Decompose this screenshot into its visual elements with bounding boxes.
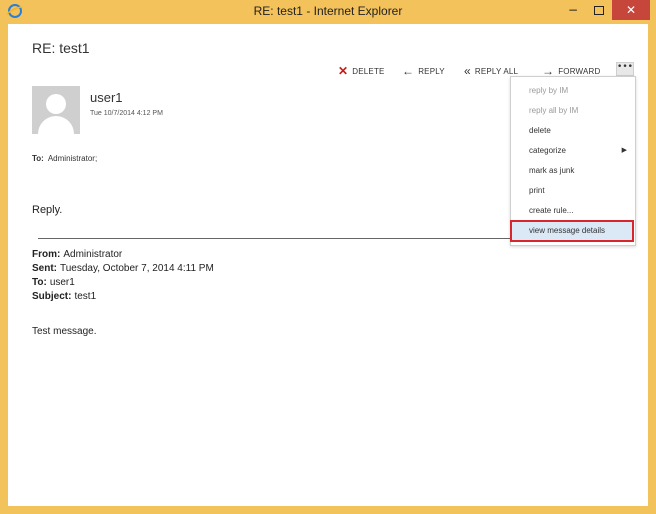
quoted-from-value: Administrator bbox=[63, 249, 123, 260]
quote-divider bbox=[38, 238, 518, 239]
delete-label: DELETE bbox=[352, 67, 385, 76]
title-bar: RE: test1 - Internet Explorer − ✕ bbox=[0, 0, 656, 24]
quoted-to-label: To: bbox=[32, 277, 47, 288]
to-recipient[interactable]: Administrator; bbox=[48, 154, 97, 163]
reply-icon: ← bbox=[402, 64, 415, 78]
sender-name[interactable]: user1 bbox=[90, 90, 123, 105]
minimize-button[interactable]: − bbox=[560, 0, 586, 20]
close-button[interactable]: ✕ bbox=[612, 0, 650, 20]
menu-item-reply-all-by-im[interactable]: reply all by IM bbox=[511, 101, 635, 121]
quoted-subject-value: test1 bbox=[74, 291, 97, 302]
quoted-from-label: From: bbox=[32, 249, 61, 260]
to-line: To: Administrator; bbox=[32, 154, 97, 163]
reply-all-icon: « bbox=[464, 64, 471, 78]
quoted-from: From: Administrator bbox=[32, 248, 214, 262]
quoted-sent-value: Tuesday, October 7, 2014 4:11 PM bbox=[60, 263, 214, 274]
person-head-icon bbox=[46, 94, 66, 114]
forward-label: FORWARD bbox=[558, 67, 601, 76]
quoted-sent: Sent: Tuesday, October 7, 2014 4:11 PM bbox=[32, 262, 214, 276]
person-body-icon bbox=[38, 116, 74, 134]
message-body: Reply. bbox=[32, 204, 63, 216]
avatar bbox=[32, 86, 80, 134]
quoted-subject: Subject: test1 bbox=[32, 290, 214, 304]
maximize-button[interactable] bbox=[586, 0, 612, 20]
quoted-sent-label: Sent: bbox=[32, 263, 57, 274]
reply-button[interactable]: ← REPLY bbox=[402, 64, 445, 78]
menu-item-print[interactable]: print bbox=[511, 181, 635, 201]
delete-icon: ✕ bbox=[338, 64, 349, 78]
quoted-body: Test message. bbox=[32, 326, 97, 337]
menu-item-view-message-details[interactable]: view message details bbox=[510, 220, 634, 242]
menu-item-create-rule[interactable]: create rule... bbox=[511, 201, 635, 221]
menu-item-mark-as-junk[interactable]: mark as junk bbox=[511, 161, 635, 181]
browser-window: RE: test1 - Internet Explorer − ✕ RE: te… bbox=[0, 0, 656, 514]
delete-button[interactable]: ✕ DELETE bbox=[338, 64, 385, 78]
submenu-arrow-icon: ▶ bbox=[621, 147, 627, 154]
message-subject: RE: test1 bbox=[32, 40, 90, 56]
window-title: RE: test1 - Internet Explorer bbox=[253, 4, 403, 18]
more-actions-menu: reply by IM reply all by IM delete categ… bbox=[510, 76, 636, 246]
quoted-to: To: user1 bbox=[32, 276, 214, 290]
quoted-header: From: Administrator Sent: Tuesday, October… bbox=[32, 248, 214, 304]
menu-item-reply-by-im[interactable]: reply by IM bbox=[511, 81, 635, 101]
message-pane: RE: test1 ✕ DELETE ← REPLY «REPLY ALL → FOR… bbox=[8, 24, 648, 506]
menu-item-categorize-label: categorize bbox=[529, 146, 566, 155]
quoted-subject-label: Subject: bbox=[32, 291, 72, 302]
sent-date: Tue 10/7/2014 4:12 PM bbox=[90, 110, 163, 117]
menu-item-delete[interactable]: delete bbox=[511, 121, 635, 141]
menu-item-categorize[interactable]: categorize ▶ bbox=[511, 141, 635, 161]
reply-all-label: REPLY ALL bbox=[474, 67, 519, 76]
to-label: To: bbox=[32, 154, 44, 163]
more-actions-button[interactable]: ••• bbox=[616, 62, 634, 76]
reply-label: REPLY bbox=[418, 67, 445, 76]
quoted-to-value: user1 bbox=[49, 277, 75, 288]
maximize-icon bbox=[594, 6, 604, 15]
